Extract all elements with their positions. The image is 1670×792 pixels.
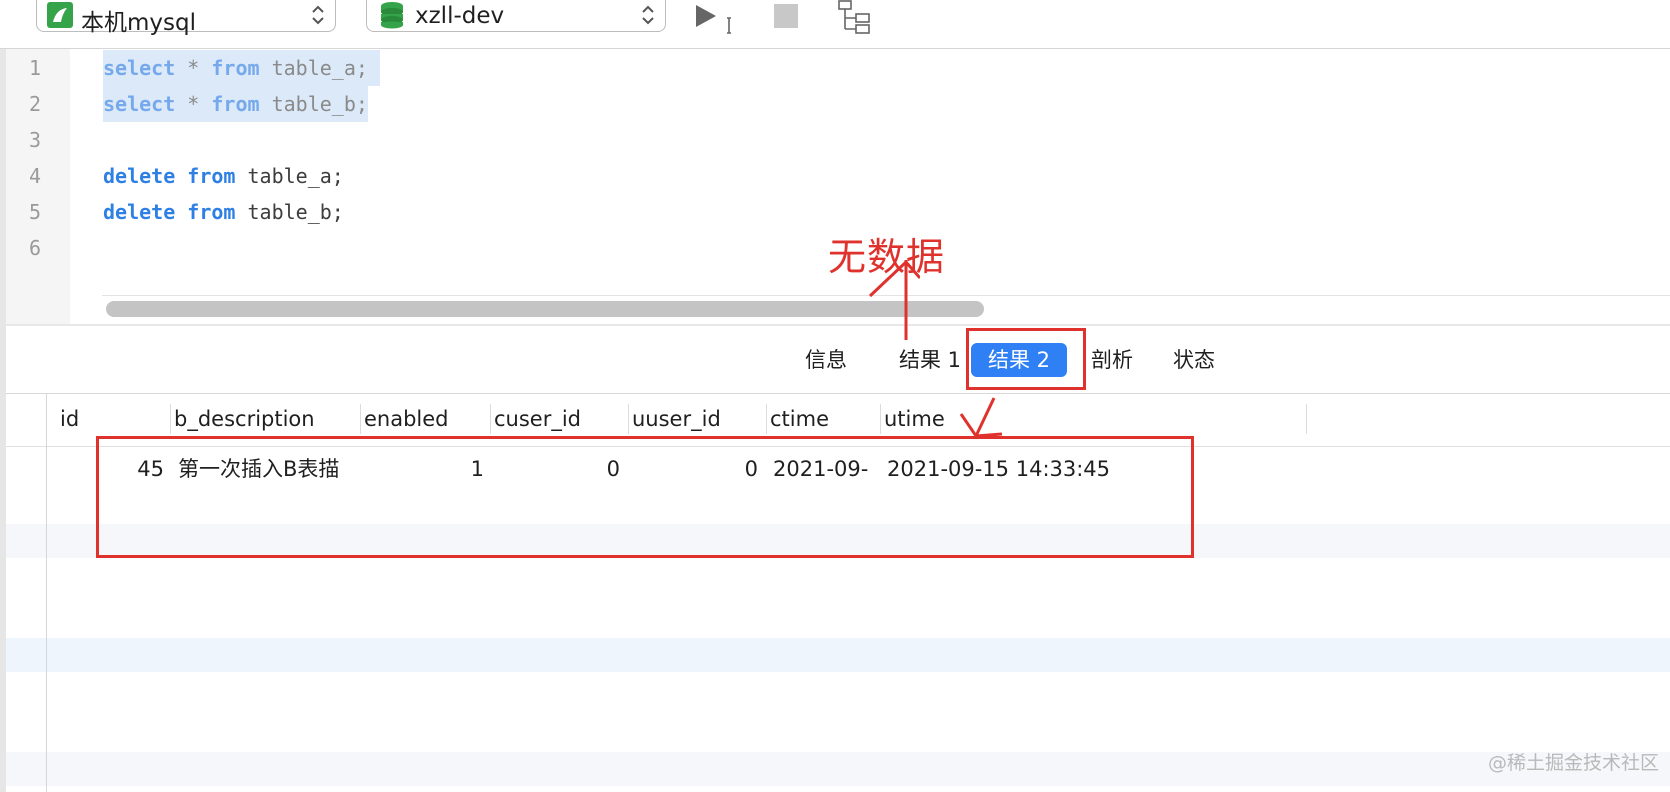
chevron-updown-icon [642, 5, 654, 25]
row-header-divider [46, 394, 47, 792]
line-number: 4 [28, 164, 42, 188]
code-line[interactable]: delete from table_a; [103, 158, 344, 194]
connection-select[interactable]: 本机mysql [36, 0, 336, 36]
line-number: 1 [28, 56, 42, 80]
line-number: 6 [28, 236, 42, 260]
column-separator [628, 404, 629, 434]
annotation-arrow-down [959, 397, 1003, 438]
column-separator [880, 404, 881, 434]
line-number: 2 [28, 92, 42, 116]
mysql-connection-icon [47, 2, 73, 28]
panel-divider [6, 324, 1670, 326]
tabs-divider [6, 393, 1670, 394]
database-select[interactable]: xzll-dev [366, 0, 666, 32]
tab-info[interactable]: 信息 [796, 343, 856, 377]
column-separator [360, 404, 361, 434]
line-number: 5 [28, 200, 42, 224]
code-line[interactable]: select * from table_b; [103, 86, 368, 122]
annotation-box-result-2 [966, 328, 1086, 390]
column-header-id[interactable]: id [60, 395, 79, 443]
toolbar: 本机mysql xzll-dev [0, 0, 1670, 49]
column-separator [766, 404, 767, 434]
horizontal-scrollbar[interactable] [106, 301, 984, 317]
stop-button[interactable] [773, 3, 799, 29]
explain-tree-icon[interactable] [836, 0, 876, 36]
column-separator [1306, 404, 1307, 434]
tab-profile[interactable]: 剖析 [1084, 343, 1140, 377]
annotation-box-result-row [96, 436, 1194, 558]
run-button[interactable] [694, 2, 738, 36]
database-icon [381, 2, 403, 29]
code-line[interactable]: delete from table_b; [103, 194, 344, 230]
tab-status[interactable]: 状态 [1166, 343, 1222, 377]
column-separator [490, 404, 491, 434]
database-name: xzll-dev [415, 3, 505, 29]
column-separator [170, 404, 171, 434]
code-line[interactable]: select * from table_a; [103, 50, 380, 86]
connection-name: 本机mysql [81, 10, 196, 36]
annotation-arrow-up [868, 259, 920, 340]
chevron-updown-icon [312, 5, 324, 25]
row-stripe [6, 752, 1670, 786]
line-number: 3 [28, 128, 42, 152]
tab-result-1[interactable]: 结果 1 [880, 343, 980, 377]
row-stripe [6, 638, 1670, 672]
watermark: @稀土掘金技术社区 [1488, 752, 1660, 774]
